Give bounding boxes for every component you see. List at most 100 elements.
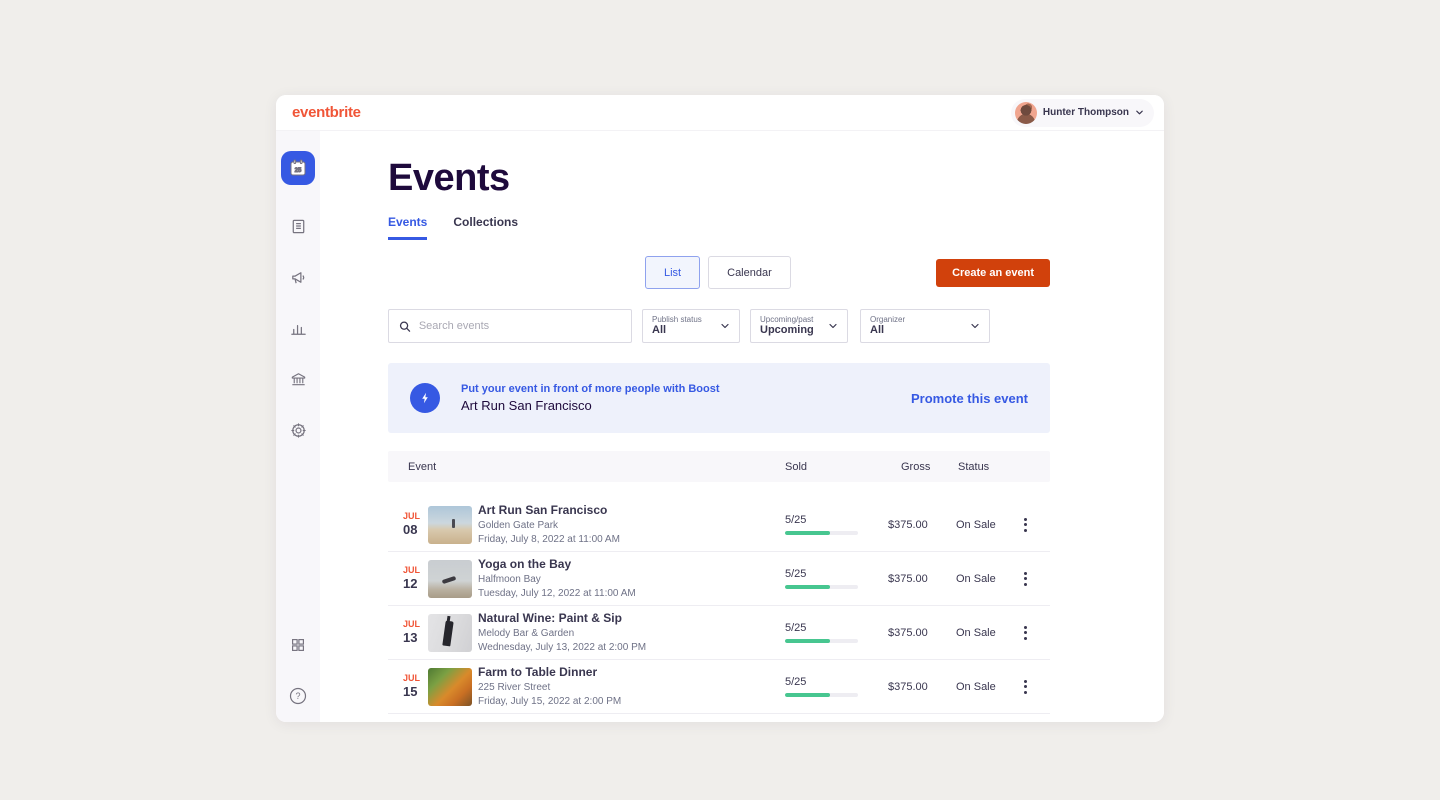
status-badge: On Sale [956, 627, 1018, 639]
search-box[interactable] [388, 309, 632, 343]
sidebar-item-orders[interactable] [289, 217, 308, 236]
event-list: JUL 08 Art Run San Francisco Golden Gate… [388, 498, 1050, 722]
sidebar-item-settings[interactable] [289, 421, 308, 440]
column-header-sold: Sold [785, 461, 888, 473]
create-event-button[interactable]: Create an event [936, 259, 1050, 287]
sidebar-item-reports[interactable] [289, 319, 308, 338]
gross-amount: $375.00 [888, 573, 956, 585]
event-title[interactable]: Farm to Table Dinner [478, 665, 785, 680]
app-window: eventbrite Hunter Thompson 25 [276, 95, 1164, 722]
event-thumbnail [428, 722, 472, 723]
sold-count: 5/25 [785, 568, 888, 580]
dropdown-value: Upcoming [760, 324, 828, 337]
table-row[interactable]: JUL 13 Natural Wine: Paint & Sip Melody … [388, 606, 1050, 660]
filters-row: Publish status All Upcoming/past Upcomin… [388, 309, 1050, 343]
avatar [1015, 102, 1037, 124]
upcoming-past-dropdown[interactable]: Upcoming/past Upcoming [750, 309, 848, 343]
event-month: JUL [403, 565, 428, 576]
status-badge: On Sale [956, 573, 1018, 585]
calendar-view-button[interactable]: Calendar [708, 256, 791, 289]
boost-banner: Put your event in front of more people w… [388, 363, 1050, 433]
reports-chart-icon [289, 319, 308, 338]
sidebar-item-apps[interactable] [289, 636, 307, 654]
event-venue: Melody Bar & Garden [478, 628, 785, 641]
sidebar-item-marketing[interactable] [289, 268, 308, 287]
lightning-bolt-icon [418, 391, 432, 405]
event-datetime: Friday, July 15, 2022 at 2:00 PM [478, 696, 785, 709]
status-badge: On Sale [956, 681, 1018, 693]
event-date: JUL 08 [403, 511, 428, 537]
tab-collections[interactable]: Collections [453, 215, 518, 240]
event-date: JUL 15 [403, 673, 428, 699]
event-thumbnail [428, 668, 472, 706]
row-actions-menu-icon[interactable] [1018, 626, 1032, 640]
eventbrite-logo[interactable]: eventbrite [292, 104, 361, 121]
dropdown-label: Upcoming/past [760, 315, 828, 324]
column-header-gross: Gross [888, 461, 956, 473]
sold-count: 5/25 [785, 514, 888, 526]
sold-progress [785, 585, 858, 589]
dropdown-label: Organizer [870, 315, 970, 324]
boost-headline: Put your event in front of more people w… [461, 383, 720, 395]
calendar-icon: 25 [288, 158, 308, 178]
finance-bank-icon [289, 370, 308, 389]
organizer-dropdown[interactable]: Organizer All [860, 309, 990, 343]
user-name: Hunter Thompson [1043, 107, 1129, 118]
event-day: 13 [403, 630, 428, 646]
table-row[interactable]: JUL 15 Farm to Table Dinner 225 River St… [388, 660, 1050, 714]
table-row[interactable]: JUL 12 Yoga on the Bay Halfmoon Bay Tues… [388, 552, 1050, 606]
event-thumbnail [428, 560, 472, 598]
sold-progress [785, 639, 858, 643]
tab-bar: Events Collections [388, 215, 1050, 240]
publish-status-dropdown[interactable]: Publish status All [642, 309, 740, 343]
svg-text:25: 25 [295, 168, 302, 174]
chevron-down-icon [720, 321, 730, 331]
user-menu[interactable]: Hunter Thompson [1011, 99, 1154, 127]
promote-event-link[interactable]: Promote this event [911, 391, 1028, 406]
row-actions-menu-icon[interactable] [1018, 518, 1032, 532]
event-month: JUL [403, 511, 428, 522]
sidebar-item-help[interactable]: ? [288, 686, 308, 706]
boost-event-name: Art Run San Francisco [461, 398, 720, 413]
event-thumbnail [428, 614, 472, 652]
event-date: JUL 13 [403, 619, 428, 645]
chevron-down-icon [828, 321, 838, 331]
main-content: Events Events Collections List Calendar … [320, 131, 1164, 722]
view-toolbar: List Calendar Create an event [388, 256, 1050, 289]
row-actions-menu-icon[interactable] [1018, 680, 1032, 694]
marketing-megaphone-icon [289, 268, 308, 287]
table-row[interactable]: JUL Midnight Rooftop Meditation 5/25 $37… [388, 714, 1050, 722]
event-day: 08 [403, 522, 428, 538]
event-title[interactable]: Art Run San Francisco [478, 503, 785, 518]
event-datetime: Tuesday, July 12, 2022 at 11:00 AM [478, 588, 785, 601]
event-venue: Halfmoon Bay [478, 574, 785, 587]
row-actions-menu-icon[interactable] [1018, 572, 1032, 586]
svg-text:?: ? [295, 691, 300, 701]
dropdown-label: Publish status [652, 315, 720, 324]
chevron-down-icon [970, 321, 980, 331]
search-input[interactable] [419, 320, 621, 332]
column-header-event: Event [408, 461, 785, 473]
event-thumbnail [428, 506, 472, 544]
list-view-button[interactable]: List [645, 256, 700, 289]
table-row[interactable]: JUL 08 Art Run San Francisco Golden Gate… [388, 498, 1050, 552]
sold-cell: 5/25 [785, 568, 888, 589]
sidebar-nav: 25 [276, 131, 320, 722]
event-venue: 225 River Street [478, 682, 785, 695]
event-title[interactable]: Natural Wine: Paint & Sip [478, 611, 785, 626]
page-title: Events [388, 157, 1050, 199]
dropdown-value: All [870, 324, 970, 337]
sold-progress [785, 693, 858, 697]
event-title[interactable]: Yoga on the Bay [478, 557, 785, 572]
tab-events[interactable]: Events [388, 215, 427, 240]
sidebar-item-events[interactable]: 25 [281, 151, 315, 185]
event-datetime: Wednesday, July 13, 2022 at 2:00 PM [478, 642, 785, 655]
sold-cell: 5/25 [785, 622, 888, 643]
settings-gear-icon [289, 421, 308, 440]
event-month: JUL [403, 673, 428, 684]
sidebar-item-finance[interactable] [289, 370, 308, 389]
sold-cell: 5/25 [785, 676, 888, 697]
view-toggle: List Calendar [645, 256, 791, 289]
gross-amount: $375.00 [888, 681, 956, 693]
sold-progress [785, 531, 858, 535]
